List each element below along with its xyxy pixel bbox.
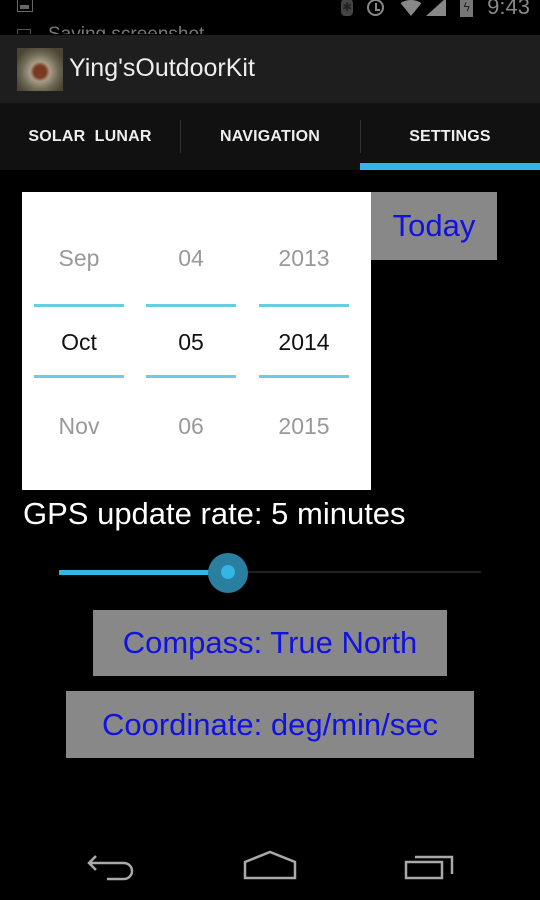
tab-label: SETTINGS [409, 127, 491, 145]
navigation-bar [0, 830, 540, 900]
day-current[interactable]: 05 [146, 329, 236, 356]
year-current[interactable]: 2014 [259, 329, 349, 356]
today-button[interactable]: Today [371, 192, 497, 260]
year-spinner[interactable]: 2013 2014 2015 [259, 192, 349, 490]
back-icon [87, 855, 134, 881]
signal-icon [426, 0, 447, 16]
coordinate-format-button[interactable]: Coordinate: deg/min/sec [66, 691, 474, 758]
year-next[interactable]: 2015 [259, 413, 349, 440]
status-bar: Saving screenshot ✱ ϟ 9:43 [0, 0, 540, 34]
gps-update-rate-slider[interactable] [59, 550, 481, 596]
year-prev[interactable]: 2013 [259, 245, 349, 272]
recent-apps-icon [404, 855, 454, 880]
tab-bar: SOLAR LUNAR NAVIGATION SETTINGS [0, 103, 540, 170]
back-button[interactable] [82, 848, 142, 888]
home-icon [243, 850, 297, 880]
compass-mode-button[interactable]: Compass: True North [93, 610, 447, 676]
slider-fill [59, 570, 228, 575]
tab-divider [360, 120, 361, 153]
tab-navigation[interactable]: NAVIGATION [180, 103, 360, 170]
battery-charging-icon: ϟ [460, 0, 474, 17]
tab-solar-lunar[interactable]: SOLAR LUNAR [0, 103, 180, 170]
recent-apps-button[interactable] [398, 848, 458, 888]
slider-thumb[interactable] [220, 565, 235, 579]
action-bar: Ying'sOutdoorKit [0, 35, 540, 103]
date-picker: Sep Oct Nov 04 05 06 2013 2014 2015 [22, 192, 371, 490]
tab-label: SOLAR LUNAR [28, 127, 152, 145]
day-next[interactable]: 06 [146, 413, 236, 440]
app-title: Ying'sOutdoorKit [69, 54, 255, 82]
selection-divider [259, 304, 349, 307]
selection-divider [34, 375, 124, 378]
month-next[interactable]: Nov [34, 413, 124, 440]
wifi-icon [398, 0, 425, 16]
day-prev[interactable]: 04 [146, 245, 236, 272]
tab-divider [180, 120, 181, 153]
selection-divider [146, 375, 236, 378]
selection-divider [34, 304, 124, 307]
selection-divider [146, 304, 236, 307]
notification-text: Saving screenshot [48, 24, 204, 34]
day-spinner[interactable]: 04 05 06 [146, 192, 236, 490]
home-button[interactable] [240, 848, 300, 888]
active-tab-indicator [360, 163, 540, 170]
status-icons: ✱ ϟ 9:43 [341, 0, 530, 20]
notification-checkbox-icon [17, 29, 31, 34]
connectivity-icons [398, 0, 447, 16]
bluetooth-icon: ✱ [341, 0, 354, 16]
month-spinner[interactable]: Sep Oct Nov [34, 192, 124, 490]
month-current[interactable]: Oct [34, 329, 124, 356]
alarm-icon [367, 0, 385, 16]
gps-update-rate-label: GPS update rate: 5 minutes [23, 496, 406, 531]
image-icon [17, 0, 33, 12]
tab-settings[interactable]: SETTINGS [360, 103, 540, 170]
clock: 9:43 [487, 0, 530, 19]
campfire-photo-icon[interactable] [17, 48, 63, 91]
selection-divider [259, 375, 349, 378]
tab-label: NAVIGATION [219, 127, 321, 145]
month-prev[interactable]: Sep [34, 245, 124, 272]
